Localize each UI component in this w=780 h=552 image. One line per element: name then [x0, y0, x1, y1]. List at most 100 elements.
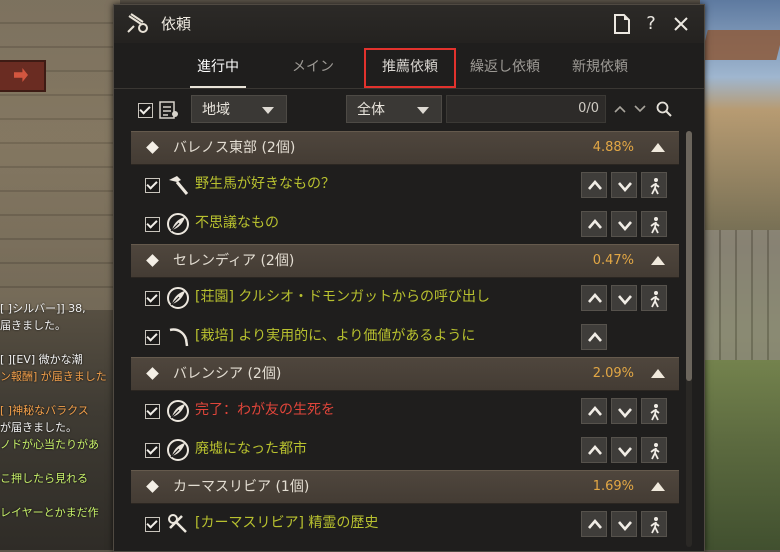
- search-icon[interactable]: [655, 99, 673, 119]
- move-up-icon: [588, 180, 602, 190]
- region-group-header[interactable]: カーマスリビア (1個) 1.69%: [131, 470, 679, 504]
- move-down-button[interactable]: [611, 398, 637, 424]
- auto-navigate-button[interactable]: [641, 285, 667, 311]
- region-group-header[interactable]: バレノス東部 (2個) 4.88%: [131, 131, 679, 165]
- auto-navigate-button[interactable]: [641, 172, 667, 198]
- move-down-button[interactable]: [611, 437, 637, 463]
- move-down-button[interactable]: [611, 211, 637, 237]
- scrollbar[interactable]: [686, 131, 692, 547]
- region-group-header[interactable]: バレンシア (2個) 2.09%: [131, 357, 679, 391]
- quest-checkbox[interactable]: [145, 404, 160, 419]
- quest-checkbox[interactable]: [145, 178, 160, 193]
- quest-title[interactable]: 不思議なもの: [195, 204, 279, 243]
- tab-recommended[interactable]: 推薦依頼: [364, 48, 456, 88]
- move-down-icon: [618, 221, 632, 231]
- region-name: バレンシア (2個): [173, 366, 282, 382]
- move-up-icon: [588, 406, 602, 416]
- help-button[interactable]: ?: [640, 13, 662, 35]
- region-name: バレノス東部 (2個): [173, 140, 296, 156]
- move-up-button[interactable]: [581, 172, 607, 198]
- window-title: 依頼: [161, 15, 192, 33]
- diamond-icon: [146, 254, 159, 267]
- collapse-icon[interactable]: [651, 256, 665, 265]
- close-icon[interactable]: [670, 13, 692, 35]
- quest-row[interactable]: [荘園] クルシオ・ドモンガットからの呼び出し: [131, 278, 679, 317]
- quest-title[interactable]: 廃墟になった都市: [195, 430, 307, 469]
- leaf-icon: [167, 400, 189, 422]
- stone-wall: [0, 0, 120, 310]
- quest-title[interactable]: 完了：わが友の生死を: [195, 391, 335, 430]
- auto-navigate-icon: [650, 291, 660, 308]
- move-up-button[interactable]: [581, 211, 607, 237]
- quest-row[interactable]: 野生馬が好きなもの？: [131, 165, 679, 204]
- select-all-checkbox[interactable]: [138, 103, 153, 118]
- chat-line: [0, 453, 120, 470]
- move-down-button[interactable]: [611, 285, 637, 311]
- auto-navigate-button[interactable]: [641, 511, 667, 537]
- prev-result-icon[interactable]: [611, 99, 629, 119]
- quest-title[interactable]: [栽培] より実用的に、より価値があるように: [195, 317, 475, 356]
- region-dropdown-value: 地域: [202, 102, 230, 118]
- quest-title[interactable]: [カーマスリビア] 精霊の歴史: [195, 504, 378, 543]
- chat-line: [0, 385, 120, 402]
- hammer-icon: [169, 176, 189, 195]
- move-up-button[interactable]: [581, 398, 607, 424]
- auto-navigate-button[interactable]: [641, 211, 667, 237]
- tools-icon: [168, 514, 187, 533]
- exit-sign-icon: [0, 60, 46, 92]
- quest-checkbox[interactable]: [145, 443, 160, 458]
- collapse-icon[interactable]: [651, 143, 665, 152]
- move-down-button[interactable]: [611, 172, 637, 198]
- quest-checkbox[interactable]: [145, 517, 160, 532]
- move-down-button[interactable]: [611, 511, 637, 537]
- search-input[interactable]: 0/0: [446, 95, 606, 123]
- region-group-header[interactable]: セレンディア (2個) 0.47%: [131, 244, 679, 278]
- diamond-icon: [146, 480, 159, 493]
- move-up-button[interactable]: [581, 437, 607, 463]
- tab-in-progress[interactable]: 進行中: [186, 48, 250, 88]
- quest-title[interactable]: [荘園] クルシオ・ドモンガットからの呼び出し: [195, 278, 490, 317]
- region-name: カーマスリビア (1個): [173, 479, 310, 495]
- move-up-button[interactable]: [581, 324, 607, 350]
- region-progress: 2.09%: [592, 366, 634, 381]
- quest-title[interactable]: 野生馬が好きなもの？: [195, 165, 335, 204]
- next-result-icon[interactable]: [631, 99, 649, 119]
- quest-row[interactable]: [カーマスリビア] 精霊の歴史: [131, 504, 679, 543]
- chat-line: こ押したら見れる: [0, 472, 88, 485]
- tab-bar: 進行中 メイン 推薦依頼 繰返し依頼 新規依頼: [114, 48, 704, 88]
- quest-checkbox[interactable]: [145, 217, 160, 232]
- title-bar[interactable]: 依頼 ?: [114, 5, 704, 43]
- auto-navigate-button[interactable]: [641, 437, 667, 463]
- tab-new[interactable]: 新規依頼: [557, 48, 643, 88]
- move-down-icon: [618, 295, 632, 305]
- filter-bar: 地域 全体 0/0: [114, 95, 704, 125]
- roof: [700, 30, 780, 60]
- tab-main[interactable]: メイン: [277, 48, 349, 88]
- chat-line: 届きました。: [0, 319, 66, 332]
- document-icon[interactable]: [611, 13, 633, 35]
- scrollbar-thumb[interactable]: [686, 131, 692, 381]
- list-icon[interactable]: [159, 101, 179, 119]
- move-up-button[interactable]: [581, 511, 607, 537]
- quest-checkbox[interactable]: [145, 330, 160, 345]
- move-up-icon: [588, 445, 602, 455]
- tab-repeatable[interactable]: 繰返し依頼: [459, 48, 551, 88]
- collapse-icon[interactable]: [651, 482, 665, 491]
- type-dropdown[interactable]: 全体: [346, 95, 442, 123]
- auto-navigate-button[interactable]: [641, 398, 667, 424]
- chat-line: [0, 487, 120, 504]
- quest-checkbox[interactable]: [145, 291, 160, 306]
- type-dropdown-value: 全体: [357, 102, 385, 118]
- move-down-icon: [618, 447, 632, 457]
- collapse-icon[interactable]: [651, 369, 665, 378]
- quest-row[interactable]: [栽培] より実用的に、より価値があるように: [131, 317, 679, 356]
- quest-row[interactable]: 不思議なもの: [131, 204, 679, 243]
- quest-row[interactable]: 廃墟になった都市: [131, 430, 679, 469]
- search-count: 0/0: [578, 101, 599, 116]
- region-dropdown[interactable]: 地域: [191, 95, 287, 123]
- quest-row[interactable]: 完了：わが友の生死を: [131, 391, 679, 430]
- chat-line: レイヤーとかまだ作: [0, 506, 99, 519]
- move-up-button[interactable]: [581, 285, 607, 311]
- diamond-icon: [146, 367, 159, 380]
- sickle-icon: [169, 328, 189, 347]
